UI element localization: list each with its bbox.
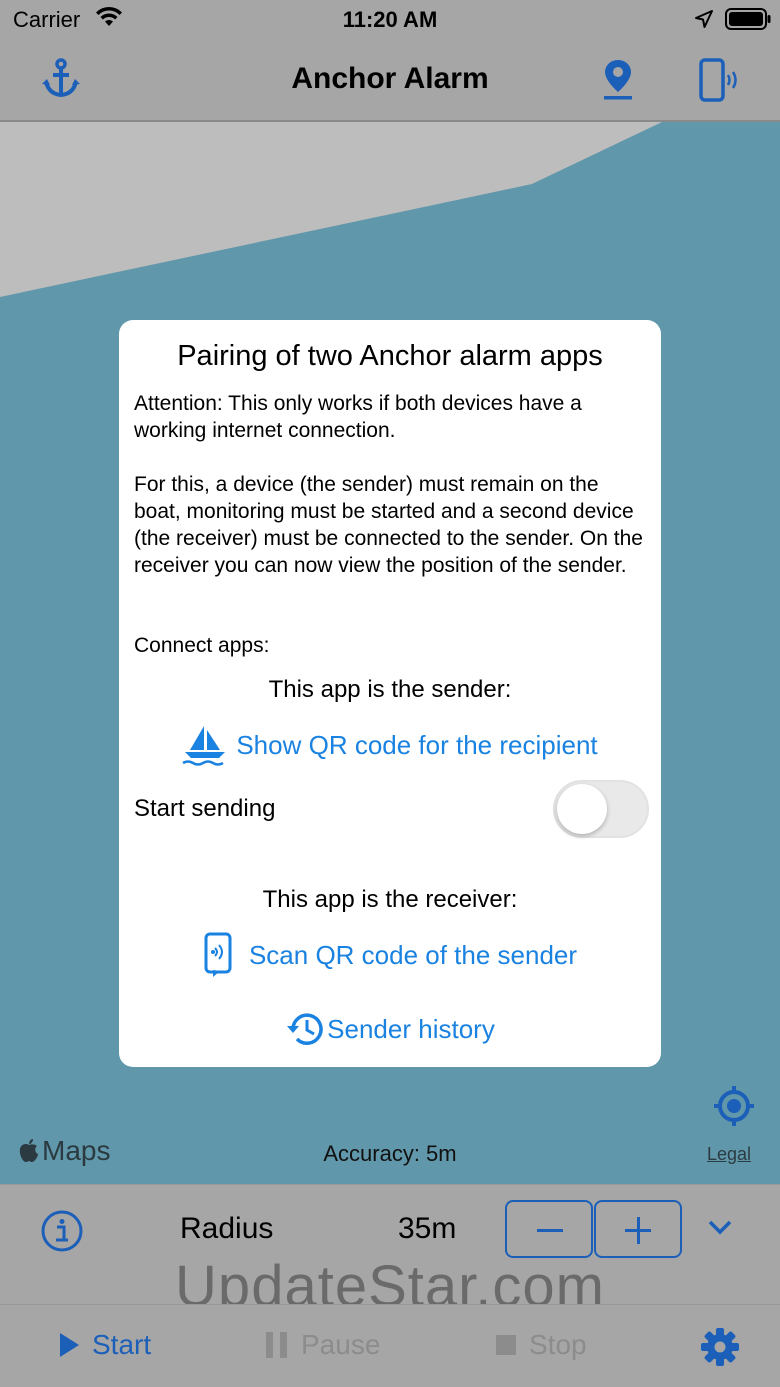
receiver-section-label: This app is the receiver: xyxy=(262,886,518,913)
sailboat-icon xyxy=(182,726,226,766)
battery-icon xyxy=(725,8,771,30)
locate-me-icon[interactable] xyxy=(712,1084,756,1128)
start-sending-row: Start sending xyxy=(134,780,649,840)
page-title: Anchor Alarm xyxy=(291,62,489,95)
stop-button[interactable]: Stop xyxy=(495,1329,587,1361)
radius-value: 35m xyxy=(398,1212,457,1245)
status-bar: Carrier 11:20 AM xyxy=(0,0,780,40)
start-button[interactable]: Start xyxy=(58,1329,151,1361)
accuracy-label: Accuracy: 5m xyxy=(323,1141,457,1166)
legal-link[interactable]: Legal xyxy=(707,1144,751,1165)
minus-icon xyxy=(537,1229,563,1232)
start-sending-toggle[interactable] xyxy=(553,780,649,838)
location-pin-icon[interactable] xyxy=(602,58,634,100)
plus-icon-v xyxy=(636,1217,640,1244)
play-icon xyxy=(60,1333,79,1357)
chevron-down-icon[interactable] xyxy=(707,1218,733,1236)
scan-qr-code-label: Scan QR code of the sender xyxy=(248,939,578,970)
description-text: For this, a device (the sender) must rem… xyxy=(134,473,643,577)
show-qr-code-link[interactable]: Show QR code for the recipient xyxy=(119,724,661,766)
dialog-title: Pairing of two Anchor alarm apps xyxy=(177,340,603,372)
sender-history-label: Sender history xyxy=(327,1013,495,1044)
clock: 11:20 AM xyxy=(342,7,438,32)
show-qr-code-label: Show QR code for the recipient xyxy=(236,729,598,760)
gear-icon[interactable] xyxy=(700,1327,740,1367)
stop-icon xyxy=(496,1335,516,1355)
radius-increase-button[interactable] xyxy=(594,1200,682,1258)
pause-icon xyxy=(266,1332,287,1358)
pairing-dialog: Pairing of two Anchor alarm apps Attenti… xyxy=(119,320,661,1067)
toggle-knob xyxy=(557,784,607,834)
info-icon[interactable] xyxy=(40,1209,84,1253)
start-label: Start xyxy=(92,1329,152,1360)
sender-section-label: This app is the sender: xyxy=(268,676,512,703)
attention-text: Attention: This only works if both devic… xyxy=(134,392,582,442)
location-arrow-icon xyxy=(695,10,713,28)
radius-control-bar: Radius 35m UpdateStar.com xyxy=(0,1184,780,1319)
sender-history-link[interactable]: Sender history xyxy=(119,1010,661,1048)
connect-apps-label: Connect apps: xyxy=(134,634,270,657)
phone-scan-icon xyxy=(204,932,232,977)
history-icon xyxy=(287,1013,323,1045)
scan-qr-code-link[interactable]: Scan QR code of the sender xyxy=(119,932,661,978)
phone-signal-icon[interactable] xyxy=(698,58,740,102)
radius-decrease-button[interactable] xyxy=(505,1200,593,1258)
pause-label: Pause xyxy=(301,1329,381,1360)
nav-bar: Anchor Alarm xyxy=(0,40,780,122)
stop-label: Stop xyxy=(529,1329,587,1360)
start-sending-label: Start sending xyxy=(134,795,276,822)
radius-label: Radius xyxy=(180,1212,274,1245)
pause-button[interactable]: Pause xyxy=(265,1329,380,1361)
tab-bar: Start Pause Stop xyxy=(0,1304,780,1387)
